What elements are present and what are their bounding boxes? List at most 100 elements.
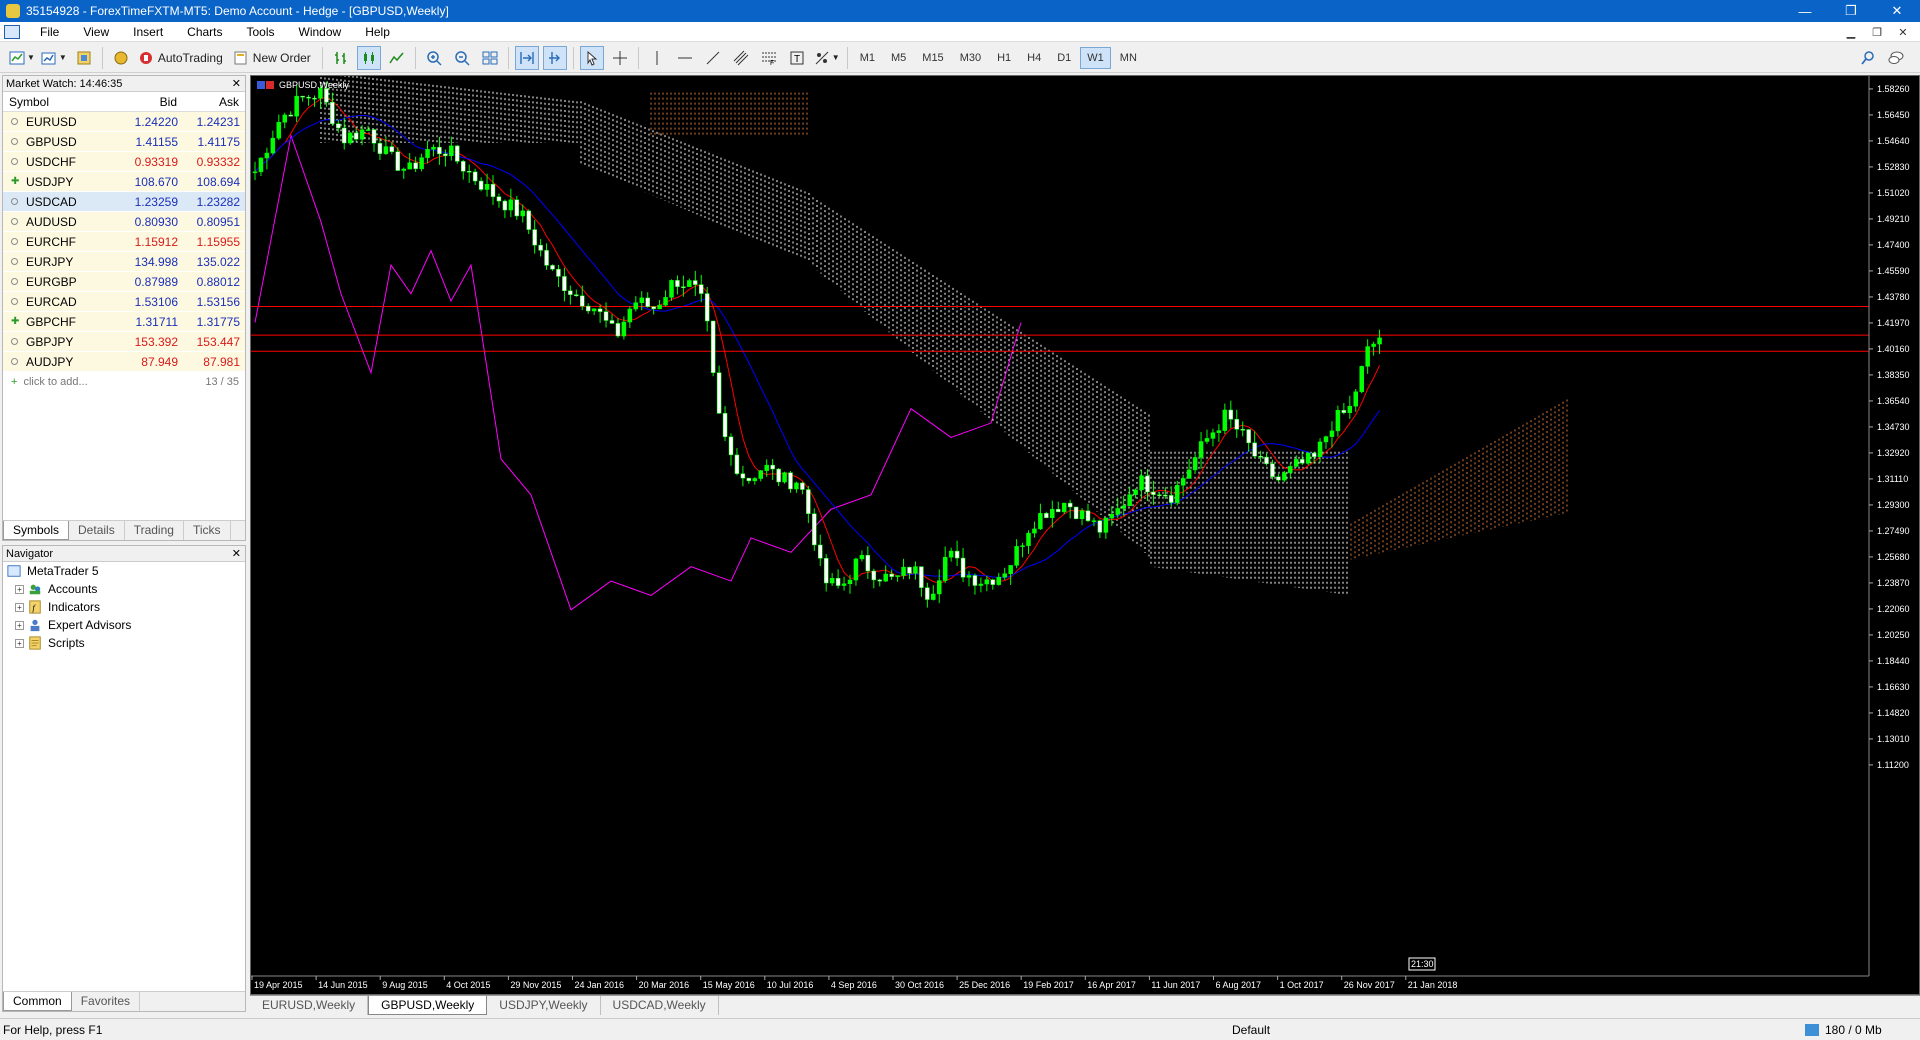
bid-cell: 134.998 — [134, 255, 178, 269]
chart-restore-icon[interactable]: ❐ — [1864, 22, 1890, 42]
chart-window-icon[interactable] — [4, 24, 20, 39]
tf-h4[interactable]: H4 — [1020, 47, 1048, 69]
tf-w1[interactable]: W1 — [1080, 46, 1111, 69]
autotrading-button[interactable]: AutoTrading — [137, 46, 228, 70]
candle-body — [865, 555, 871, 572]
channel-button[interactable] — [729, 46, 753, 70]
click-to-add-row[interactable]: + click to add... 13 / 35 — [3, 372, 245, 392]
tf-mn[interactable]: MN — [1113, 47, 1144, 69]
menu-view[interactable]: View — [71, 25, 121, 39]
chat-button[interactable] — [1884, 46, 1908, 70]
minimize-button[interactable]: — — [1782, 0, 1828, 22]
chart-flag-icon — [257, 81, 265, 89]
cursor-button[interactable] — [579, 45, 604, 70]
chart-shift-button[interactable] — [542, 45, 567, 70]
tf-d1[interactable]: D1 — [1050, 47, 1078, 69]
new-chart-button[interactable]: ▼ — [8, 46, 36, 70]
symbol-column-header[interactable]: Symbol — [3, 92, 123, 111]
tree-root[interactable]: MetaTrader 5 — [3, 562, 245, 580]
tf-m30[interactable]: M30 — [953, 47, 988, 69]
market-watch-row[interactable]: USDCAD 1.23259 1.23282 — [3, 192, 245, 212]
chart-close-icon[interactable]: ✕ — [1890, 22, 1916, 42]
trendline-button[interactable] — [701, 46, 725, 70]
candle-body — [514, 199, 520, 217]
bid-column-header[interactable]: Bid — [123, 92, 183, 111]
market-watch-row[interactable]: USDCHF 0.93319 0.93332 — [3, 152, 245, 172]
tf-m15[interactable]: M15 — [915, 47, 950, 69]
market-watch-toggle-button[interactable] — [72, 46, 96, 70]
tree-expert-advisors[interactable]: + Expert Advisors — [3, 616, 245, 634]
navigator-close-icon[interactable]: ✕ — [232, 546, 241, 562]
tab-details[interactable]: Details — [69, 521, 125, 540]
shapes-button[interactable]: ▼ — [813, 46, 841, 70]
candlestick-button[interactable] — [356, 45, 381, 70]
chart-tab-eurusd[interactable]: EURUSD,Weekly — [250, 996, 369, 1015]
chart-tab-gbpusd[interactable]: GBPUSD,Weekly — [368, 996, 488, 1015]
menu-charts[interactable]: Charts — [175, 25, 234, 39]
autoscroll-button[interactable] — [514, 45, 539, 70]
search-button[interactable] — [1856, 46, 1880, 70]
tf-m1[interactable]: M1 — [853, 47, 882, 69]
candle-body — [746, 477, 752, 482]
vertical-line-button[interactable] — [645, 46, 669, 70]
menu-window[interactable]: Window — [287, 25, 354, 39]
candle-body — [1353, 391, 1358, 407]
menu-help[interactable]: Help — [353, 25, 402, 39]
tab-trading[interactable]: Trading — [125, 521, 184, 540]
tree-indicators[interactable]: + f Indicators — [3, 598, 245, 616]
expand-icon[interactable]: + — [15, 584, 24, 594]
horizontal-line-button[interactable] — [673, 46, 697, 70]
market-watch-row[interactable]: EURCAD 1.53106 1.53156 — [3, 292, 245, 312]
bar-chart-button[interactable] — [329, 46, 353, 70]
tab-favorites[interactable]: Favorites — [72, 992, 141, 1011]
menu-insert[interactable]: Insert — [121, 25, 175, 39]
close-button[interactable]: ✕ — [1874, 0, 1920, 22]
menu-tools[interactable]: Tools — [235, 25, 287, 39]
new-order-button[interactable]: New Order — [232, 46, 316, 70]
line-chart-button[interactable] — [385, 46, 409, 70]
price-chart[interactable]: 1.431151.411241.40000 1.58260 1.56450 1.54… — [251, 76, 1919, 994]
chart-minimize-icon[interactable]: ▁ — [1838, 22, 1864, 42]
market-watch-row[interactable]: EURJPY 134.998 135.022 — [3, 252, 245, 272]
market-watch-row[interactable]: EURUSD 1.24220 1.24231 — [3, 112, 245, 132]
crosshair-button[interactable] — [608, 46, 632, 70]
ask-column-header[interactable]: Ask — [183, 92, 245, 111]
market-watch-row[interactable]: AUDJPY 87.949 87.981 — [3, 352, 245, 372]
market-watch-row[interactable]: EURGBP 0.87989 0.88012 — [3, 272, 245, 292]
chart-tab-usdjpy[interactable]: USDJPY,Weekly — [487, 996, 601, 1015]
expand-icon[interactable]: + — [15, 620, 24, 630]
market-watch-close-icon[interactable]: ✕ — [232, 77, 241, 90]
market-watch-row[interactable]: GBPJPY 153.392 153.447 — [3, 332, 245, 352]
zoom-in-button[interactable] — [422, 46, 446, 70]
market-watch-row[interactable]: ✚ GBPCHF 1.31711 1.31775 — [3, 312, 245, 332]
tab-ticks[interactable]: Ticks — [184, 521, 231, 540]
market-watch-row[interactable]: GBPUSD 1.41155 1.41175 — [3, 132, 245, 152]
traffic-indicator[interactable]: 180 / 0 Mb — [1805, 1023, 1882, 1037]
tf-m5[interactable]: M5 — [884, 47, 913, 69]
chart-tab-usdcad[interactable]: USDCAD,Weekly — [601, 996, 719, 1015]
price-tick-label: 1.13010 — [1877, 734, 1910, 744]
zoom-out-button[interactable] — [450, 46, 474, 70]
profiles-button[interactable]: ▼ — [40, 46, 68, 70]
tab-common[interactable]: Common — [3, 992, 72, 1011]
text-button[interactable]: T — [785, 46, 809, 70]
tab-symbols[interactable]: Symbols — [3, 521, 70, 540]
market-watch-row[interactable]: ✚ USDJPY 108.670 108.694 — [3, 172, 245, 192]
chart-window[interactable]: 1.431151.411241.40000 1.58260 1.56450 1.54… — [250, 75, 1920, 995]
menu-file[interactable]: File — [28, 25, 71, 39]
tree-scripts[interactable]: + Scripts — [3, 634, 245, 652]
candle-body — [407, 162, 412, 170]
expand-icon[interactable]: + — [15, 602, 24, 612]
market-watch-row[interactable]: AUDUSD 0.80930 0.80951 — [3, 212, 245, 232]
expand-icon[interactable]: + — [15, 638, 24, 648]
restore-button[interactable]: ❐ — [1828, 0, 1874, 22]
tile-windows-button[interactable] — [478, 46, 502, 70]
tree-accounts[interactable]: + Accounts — [3, 580, 245, 598]
algo-button[interactable] — [109, 46, 133, 70]
tf-h1[interactable]: H1 — [990, 47, 1018, 69]
fibonacci-button[interactable]: F — [757, 46, 781, 70]
symbol-cell: EURGBP — [3, 272, 123, 291]
time-tick-label: 1 Oct 2017 — [1280, 980, 1324, 990]
profile-name[interactable]: Default — [1232, 1023, 1270, 1037]
market-watch-row[interactable]: EURCHF 1.15912 1.15955 — [3, 232, 245, 252]
